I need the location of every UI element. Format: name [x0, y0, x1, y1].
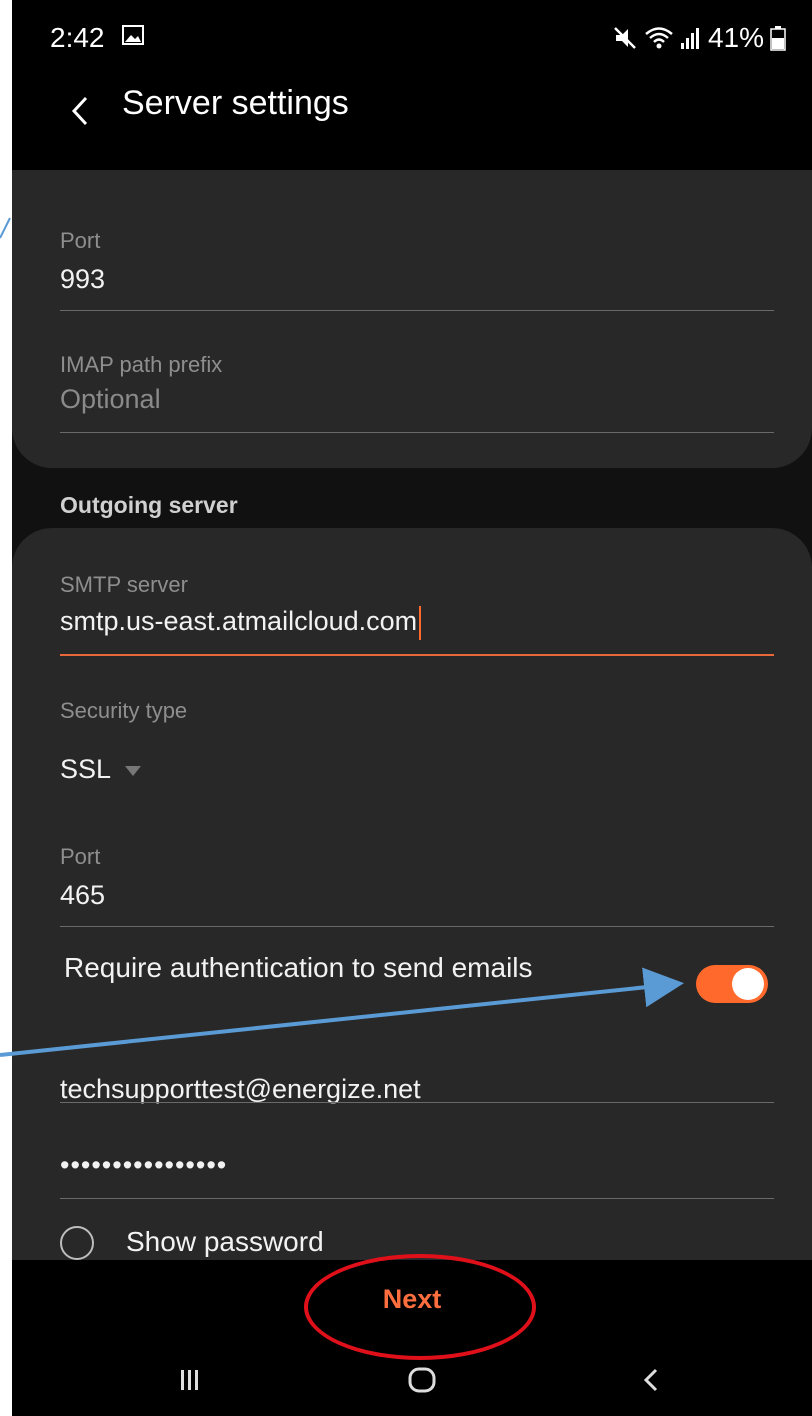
password-underline [60, 1198, 774, 1199]
show-password-radio[interactable] [60, 1226, 94, 1260]
nav-back-icon[interactable] [632, 1360, 672, 1400]
app-bar: Server settings [12, 76, 812, 170]
phone-screen: 2:42 41% Server settings Port 993 IMAP p… [12, 0, 812, 1416]
smtp-server-field[interactable]: smtp.us-east.atmailcloud.com [60, 606, 422, 640]
incoming-port-underline [60, 310, 774, 311]
outgoing-port-underline [60, 926, 774, 927]
battery-percent: 41% [707, 22, 764, 53]
imap-prefix-label: IMAP path prefix [60, 352, 223, 377]
smtp-server-underline [60, 654, 774, 656]
annotation-circle [304, 1254, 536, 1360]
bottom-bar: Next [12, 1254, 812, 1416]
security-type-label: Security type [60, 698, 188, 723]
incoming-port-label: Port [60, 228, 101, 253]
back-arrow-icon[interactable] [60, 86, 100, 136]
require-auth-label: Require authentication to send emails [64, 952, 533, 983]
settings-content[interactable]: Port 993 IMAP path prefix Optional Outgo… [12, 170, 812, 1288]
smtp-server-value: smtp.us-east.atmailcloud.com [60, 606, 418, 637]
home-icon[interactable] [402, 1360, 442, 1400]
status-time: 2:42 [50, 22, 105, 53]
outgoing-port-label: Port [60, 844, 101, 869]
dropdown-arrow-icon [125, 765, 142, 776]
username-field[interactable]: techsupporttest@energize.net [60, 1074, 421, 1105]
mute-icon [614, 27, 636, 49]
annotation-arrow-fragment [0, 217, 11, 239]
imap-prefix-underline [60, 432, 774, 433]
status-bar: 2:42 41% [12, 0, 812, 76]
imap-prefix-field[interactable]: Optional [60, 384, 161, 415]
incoming-server-card: Port 993 IMAP path prefix Optional [12, 170, 812, 468]
text-cursor [419, 606, 422, 640]
outgoing-port-field[interactable]: 465 [60, 880, 105, 911]
security-type-value: SSL [60, 754, 112, 784]
status-icons: 41% [612, 22, 786, 54]
battery-icon [770, 26, 786, 51]
show-password-label[interactable]: Show password [126, 1226, 324, 1258]
page-title: Server settings [122, 84, 349, 122]
require-auth-toggle[interactable] [696, 965, 768, 1003]
security-type-dropdown[interactable]: SSL [60, 754, 142, 785]
signal-icon [680, 28, 699, 49]
outgoing-server-heading: Outgoing server [60, 492, 238, 518]
password-field[interactable]: •••••••••••••••• [60, 1150, 227, 1181]
incoming-port-field[interactable]: 993 [60, 264, 105, 295]
smtp-server-label: SMTP server [60, 572, 188, 597]
username-underline [60, 1102, 774, 1103]
wifi-icon [645, 27, 673, 49]
recents-icon[interactable] [170, 1360, 210, 1400]
image-icon [122, 25, 144, 45]
toggle-knob [732, 968, 764, 1000]
